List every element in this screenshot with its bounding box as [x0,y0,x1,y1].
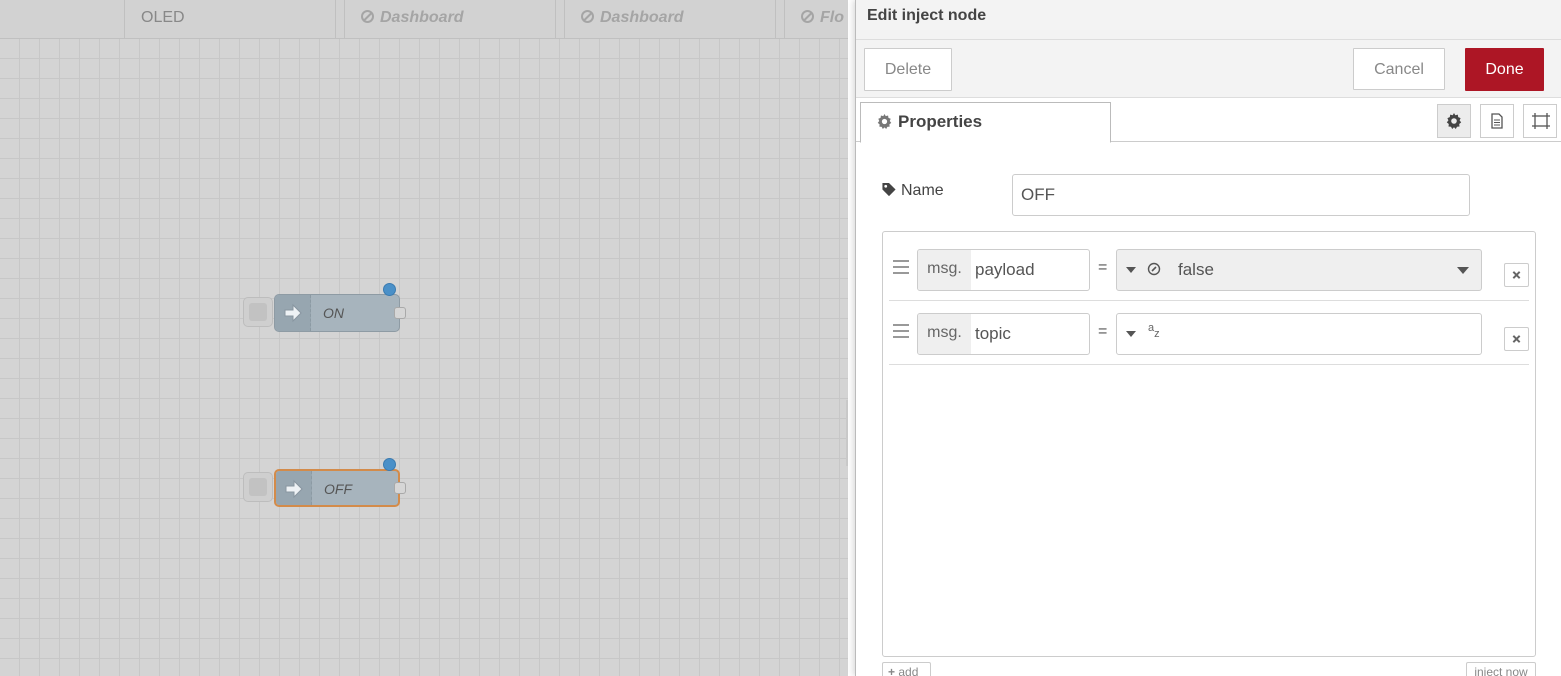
properties-list: msg. payload = false msg. topic = az [882,231,1536,657]
property-key: payload [975,260,1035,279]
list-item: msg. payload = false [889,237,1529,301]
type-caret-icon[interactable] [1126,267,1136,273]
node-body[interactable]: OFF [274,469,400,507]
property-key: topic [975,324,1011,343]
msg-prefix: msg. [918,250,971,290]
inject-trigger-button[interactable] [243,472,273,502]
tab-flow[interactable]: Flo [784,0,848,38]
remove-property-button[interactable] [1504,263,1529,287]
tray-toolbar: Delete Cancel Done [856,40,1561,98]
property-value: false [1178,260,1214,279]
inject-node-off[interactable]: OFF [243,458,406,507]
equals-sign: = [1098,323,1108,340]
add-property-button[interactable]: + add [882,662,931,676]
tab-label: OLED [141,9,185,26]
msg-prefix: msg. [918,314,971,354]
workspace: OLED Dashboard Dashboard Flo ON OFF [0,0,848,676]
description-tab-button[interactable] [1480,104,1514,138]
property-key-input[interactable]: msg. topic [917,313,1090,355]
tab-dashboard-1[interactable]: Dashboard [344,0,556,38]
disabled-icon [361,10,374,23]
drag-handle-icon[interactable] [893,260,909,274]
tab-label: Flo [820,9,844,26]
chevron-down-icon[interactable] [1457,267,1469,274]
inject-arrow-icon [275,295,311,331]
inject-trigger-button[interactable] [243,297,273,327]
boolean-icon [1147,262,1161,276]
equals-sign: = [1098,259,1108,276]
tag-icon [882,182,896,197]
tab-label: Dashboard [600,9,684,26]
flow-canvas[interactable]: ON OFF [0,39,848,676]
editor-tabs: Properties [856,98,1561,143]
gear-icon [1446,113,1462,129]
list-item: msg. topic = az [889,301,1529,365]
tab-oled[interactable]: OLED [124,0,336,38]
node-label: OFF [324,481,352,497]
property-value-select[interactable]: false [1116,249,1482,291]
type-caret-icon[interactable] [1126,331,1136,337]
tray-header: Edit inject node [856,0,1561,40]
sidebar-splitter[interactable] [846,400,848,466]
document-icon [1491,113,1503,129]
output-port[interactable] [394,482,406,494]
disabled-icon [581,10,594,23]
tab-properties[interactable]: Properties [860,102,1111,143]
inject-node-on[interactable]: ON [243,283,406,332]
changed-indicator [383,283,396,296]
gear-icon [877,114,892,129]
name-label: Name [881,182,944,200]
property-key-input[interactable]: msg. payload [917,249,1090,291]
inject-now-button[interactable]: inject now [1466,662,1536,676]
remove-property-button[interactable] [1504,327,1529,351]
name-input[interactable]: OFF [1012,174,1470,216]
tab-label: Dashboard [380,9,464,26]
editor-tray: Edit inject node Delete Cancel Done Prop… [855,0,1561,676]
frame-icon [1532,113,1550,129]
tab-label: Properties [898,112,983,131]
disabled-icon [801,10,814,23]
cancel-button[interactable]: Cancel [1353,48,1445,90]
tray-title: Edit inject node [867,7,987,24]
tab-dashboard-2[interactable]: Dashboard [564,0,776,38]
property-value-input[interactable]: az [1116,313,1482,355]
node-body[interactable]: ON [274,294,400,332]
workspace-tab-bar: OLED Dashboard Dashboard Flo [0,0,848,39]
string-az-icon: az [1148,322,1160,340]
done-button[interactable]: Done [1465,48,1544,91]
output-port[interactable] [394,307,406,319]
delete-button[interactable]: Delete [864,48,952,91]
settings-tab-button[interactable] [1437,104,1471,138]
changed-indicator [383,458,396,471]
inject-arrow-icon [276,471,312,505]
appearance-tab-button[interactable] [1523,104,1557,138]
drag-handle-icon[interactable] [893,324,909,338]
node-label: ON [323,305,344,321]
